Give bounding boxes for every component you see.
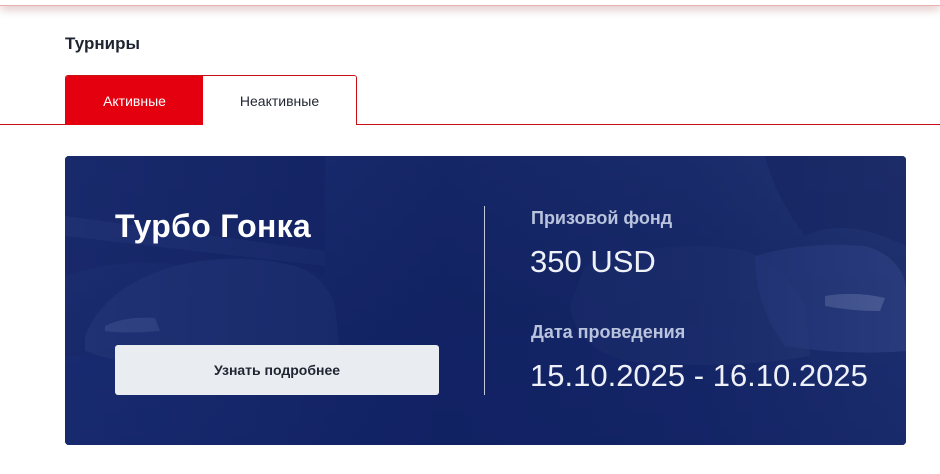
vertical-divider — [484, 206, 485, 395]
tournament-card: Турбо Гонка Узнать подробнее Призовой фо… — [65, 156, 906, 445]
tab-inactive[interactable]: Неактивные — [203, 76, 356, 125]
tournament-name: Турбо Гонка — [115, 208, 311, 244]
details-button[interactable]: Узнать подробнее — [115, 345, 439, 395]
prize-value: 350 USD — [530, 244, 656, 279]
card-overlay — [65, 156, 906, 445]
tab-active[interactable]: Активные — [66, 76, 203, 125]
page-title: Турниры — [65, 34, 140, 53]
tournament-tabs: Активные Неактивные — [65, 75, 357, 125]
header-bar — [0, 0, 940, 6]
date-label: Дата проведения — [531, 322, 686, 342]
prize-label: Призовой фонд — [531, 208, 673, 228]
date-value: 15.10.2025 - 16.10.2025 — [530, 358, 868, 393]
